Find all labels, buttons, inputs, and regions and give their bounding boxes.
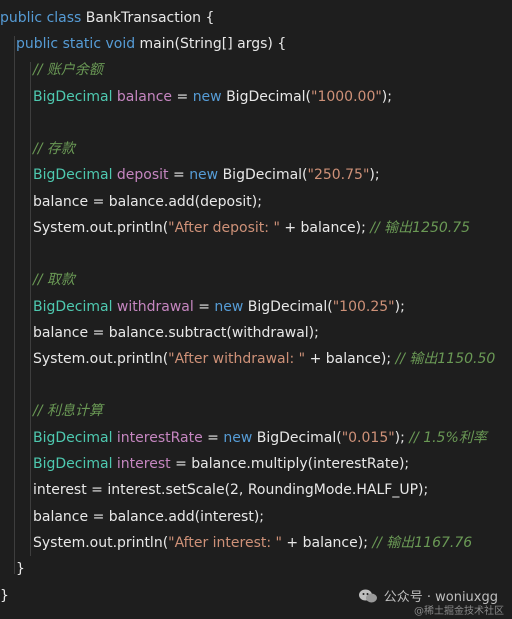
punctuation: ); <box>369 167 380 183</box>
punctuation: ); <box>381 89 392 105</box>
variable: interest <box>116 456 171 472</box>
code-line: public static void main(String[] args) { <box>16 31 286 57</box>
statement: balance = balance.subtract(withdrawal); <box>33 325 319 341</box>
method-call: System.out.println( <box>33 535 169 551</box>
constructor: BigDecimal( <box>226 89 312 105</box>
code-line: // 账户余额 <box>33 57 103 83</box>
string-literal: "0.015" <box>341 430 395 446</box>
string-literal: "After withdrawal: " <box>168 351 306 367</box>
code-editor[interactable]: public class BankTransaction { public st… <box>0 0 512 619</box>
type-name: BigDecimal <box>33 456 117 472</box>
code-line: } <box>16 556 25 582</box>
type-name: BigDecimal <box>33 299 117 315</box>
punctuation: ); <box>394 299 405 315</box>
comment: // 输出1150.50 <box>395 351 496 367</box>
expression: = balance.multiply(interestRate); <box>170 456 410 472</box>
comment: // 输出1167.76 <box>372 535 473 551</box>
code-line: System.out.println("After deposit: " + b… <box>33 215 470 241</box>
operator: = <box>193 299 215 315</box>
keyword: public static void <box>16 36 140 52</box>
variable: balance <box>116 89 173 105</box>
constructor: BigDecimal( <box>256 430 342 446</box>
code-line: BigDecimal balance = new BigDecimal("100… <box>33 84 392 110</box>
statement: balance = balance.add(interest); <box>33 509 265 525</box>
code-line: // 取款 <box>33 267 75 293</box>
method-call: System.out.println( <box>33 351 169 367</box>
method-call: System.out.println( <box>33 220 169 236</box>
code-line: System.out.println("After withdrawal: " … <box>33 346 495 372</box>
method-signature: main(String[] args) { <box>139 36 287 52</box>
wechat-icon <box>358 588 378 604</box>
variable: interestRate <box>116 430 203 446</box>
comment: // 1.5%利率 <box>409 430 487 446</box>
comment: // 账户余额 <box>33 62 103 78</box>
variable: deposit <box>116 167 169 183</box>
keyword: public class <box>0 10 86 26</box>
code-line: BigDecimal interestRate = new BigDecimal… <box>33 425 487 451</box>
statement: interest = interest.setScale(2, Rounding… <box>33 482 429 498</box>
comment: // 输出1250.75 <box>370 220 471 236</box>
code-line: public class BankTransaction { <box>0 5 214 31</box>
code-line: BigDecimal interest = balance.multiply(i… <box>33 451 409 477</box>
closing-brace: } <box>0 588 9 604</box>
variable: withdrawal <box>116 299 194 315</box>
comment: // 利息计算 <box>33 403 103 419</box>
code-line: // 利息计算 <box>33 398 103 424</box>
string-literal: "After deposit: " <box>168 220 280 236</box>
code-line: balance = balance.add(interest); <box>33 504 264 530</box>
class-name: BankTransaction { <box>85 10 215 26</box>
type-name: BigDecimal <box>33 167 117 183</box>
type-name: BigDecimal <box>33 430 117 446</box>
constructor: BigDecimal( <box>247 299 333 315</box>
indent-guide <box>30 62 31 556</box>
closing-brace: } <box>16 561 25 577</box>
operator: = <box>172 89 193 105</box>
code-line: balance = balance.subtract(withdrawal); <box>33 320 319 346</box>
keyword: new <box>223 430 257 446</box>
statement: balance = balance.add(deposit); <box>33 194 262 210</box>
code-line: balance = balance.add(deposit); <box>33 189 262 215</box>
operator: = <box>202 430 224 446</box>
type-name: BigDecimal <box>33 89 117 105</box>
expression: + balance); <box>305 351 396 367</box>
expression: + balance); <box>281 535 373 551</box>
keyword: new <box>192 89 227 105</box>
comment: // 取款 <box>33 272 75 288</box>
code-line: System.out.println("After interest: " + … <box>33 530 472 556</box>
string-literal: "After interest: " <box>168 535 282 551</box>
indent-guide <box>14 36 15 574</box>
code-line: BigDecimal deposit = new BigDecimal("250… <box>33 162 380 188</box>
constructor: BigDecimal( <box>222 167 308 183</box>
keyword: new <box>189 167 223 183</box>
watermark-subtext: @稀土掘金技术社区 <box>414 606 504 617</box>
keyword: new <box>214 299 248 315</box>
comment: // 存款 <box>33 141 75 157</box>
operator: = <box>168 167 190 183</box>
string-literal: "1000.00" <box>311 89 382 105</box>
code-line: interest = interest.setScale(2, Rounding… <box>33 477 428 503</box>
code-line: // 存款 <box>33 136 75 162</box>
code-line: BigDecimal withdrawal = new BigDecimal("… <box>33 294 405 320</box>
code-line: } <box>0 583 9 609</box>
punctuation: ); <box>394 430 410 446</box>
expression: + balance); <box>279 220 371 236</box>
string-literal: "250.75" <box>307 167 370 183</box>
string-literal: "100.25" <box>332 299 395 315</box>
